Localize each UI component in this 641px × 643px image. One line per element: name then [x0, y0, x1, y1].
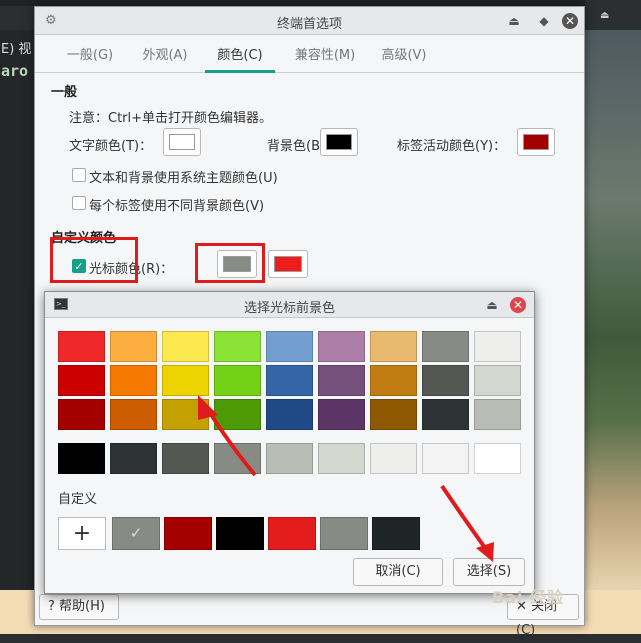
- palette-swatch[interactable]: [214, 365, 261, 396]
- custom-color-swatch[interactable]: [268, 517, 316, 550]
- palette-swatch[interactable]: [318, 365, 365, 396]
- text-color-button[interactable]: [163, 128, 201, 156]
- use-theme-colors-checkbox[interactable]: [72, 168, 86, 182]
- cancel-button[interactable]: 取消(C): [353, 558, 443, 586]
- palette-swatch[interactable]: [266, 331, 313, 362]
- watermark: Bai 经验: [492, 588, 565, 607]
- custom-color-swatch[interactable]: [320, 517, 368, 550]
- gray-swatch[interactable]: [162, 443, 209, 474]
- palette-swatch[interactable]: [370, 399, 417, 430]
- gray-swatch[interactable]: [110, 443, 157, 474]
- palette-swatch[interactable]: [266, 399, 313, 430]
- ctrl-click-note: 注意：Ctrl+单击打开颜色编辑器。: [69, 111, 273, 126]
- shade-icon[interactable]: ⏏: [505, 12, 523, 30]
- section-general: 一般: [51, 85, 78, 100]
- palette-swatch[interactable]: [58, 365, 105, 396]
- terminal-menu-fragment: E) 视: [1, 42, 32, 57]
- tab-active-color-button[interactable]: [517, 128, 555, 156]
- palette-swatch[interactable]: [422, 365, 469, 396]
- custom-color-swatch[interactable]: [372, 517, 420, 550]
- palette-swatch[interactable]: [214, 331, 261, 362]
- close-icon[interactable]: ✕: [510, 297, 526, 313]
- terminal-titlebar-edge: [585, 0, 641, 30]
- cursor-bg-swatch: [274, 256, 302, 272]
- tab-bar: 一般(G) 外观(A) 颜色(C) 兼容性(M) 高级(V): [35, 35, 584, 73]
- palette-swatch[interactable]: [58, 399, 105, 430]
- close-icon[interactable]: ✕: [562, 13, 578, 29]
- help-button[interactable]: ? 帮助(H): [39, 594, 119, 620]
- palette-swatch[interactable]: [474, 399, 521, 430]
- palette-swatch[interactable]: [370, 331, 417, 362]
- text-color-label: 文字颜色(T)：: [69, 139, 153, 154]
- bg-color-swatch: [326, 134, 352, 150]
- gray-swatch[interactable]: [422, 443, 469, 474]
- palette-swatch[interactable]: [266, 365, 313, 396]
- gray-swatch[interactable]: [370, 443, 417, 474]
- minimize-icon: ⏏: [600, 10, 610, 21]
- palette-swatch[interactable]: [422, 331, 469, 362]
- tab-active-color-label: 标签活动颜色(Y)：: [397, 139, 507, 154]
- tab-compatibility[interactable]: 兼容性(M): [287, 35, 363, 73]
- palette-swatch[interactable]: [162, 399, 209, 430]
- text-color-swatch: [169, 134, 195, 150]
- gray-swatch[interactable]: [58, 443, 105, 474]
- add-custom-color-button[interactable]: +: [58, 517, 106, 550]
- palette-swatch[interactable]: [370, 365, 417, 396]
- palette-swatch[interactable]: [214, 399, 261, 430]
- palette-swatch[interactable]: [318, 331, 365, 362]
- gray-swatch[interactable]: [266, 443, 313, 474]
- palette-swatch[interactable]: [422, 399, 469, 430]
- window-title: 终端首选项: [276, 17, 342, 32]
- checkmark-icon: ✓: [129, 524, 143, 542]
- tab-general[interactable]: 一般(G): [57, 35, 123, 73]
- terminal-window-edge: [0, 30, 34, 590]
- help-icon: ?: [48, 599, 55, 614]
- palette-swatch[interactable]: [474, 331, 521, 362]
- wallpaper-plant: [580, 30, 641, 590]
- tab-active-color-swatch: [523, 134, 549, 150]
- tab-advanced[interactable]: 高级(V): [379, 35, 429, 73]
- custom-color-swatch[interactable]: [216, 517, 264, 550]
- gray-swatch[interactable]: [214, 443, 261, 474]
- palette-swatch[interactable]: [474, 365, 521, 396]
- custom-color-swatch[interactable]: [164, 517, 212, 550]
- palette-swatch[interactable]: [162, 331, 209, 362]
- use-theme-colors-label[interactable]: 文本和背景使用系统主题颜色(U): [89, 167, 278, 186]
- color-chooser-dialog: >_ 选择光标前景色 ⏏ ✕ 自定义 + ✓ 取消(C) 选择(S): [44, 291, 535, 594]
- chooser-title: 选择光标前景色: [243, 301, 335, 316]
- tab-colors[interactable]: 颜色(C): [205, 35, 275, 73]
- palette-swatch[interactable]: [162, 365, 209, 396]
- bg-color-button[interactable]: [320, 128, 358, 156]
- gray-swatch[interactable]: [318, 443, 365, 474]
- select-button[interactable]: 选择(S): [453, 558, 525, 586]
- highlight-cursor-fg-button: [195, 243, 265, 283]
- palette-swatch[interactable]: [110, 331, 157, 362]
- terminal-prompt-fragment: aro: [1, 62, 29, 80]
- help-button-label: 帮助(H): [59, 599, 105, 614]
- tab-appearance[interactable]: 外观(A): [135, 35, 195, 73]
- per-tab-bg-checkbox[interactable]: [72, 196, 86, 210]
- restore-icon[interactable]: ◆: [535, 12, 553, 30]
- palette-swatch[interactable]: [110, 399, 157, 430]
- shade-icon[interactable]: ⏏: [483, 296, 501, 314]
- palette-swatch[interactable]: [110, 365, 157, 396]
- palette-swatch[interactable]: [58, 331, 105, 362]
- chooser-titlebar: >_ 选择光标前景色 ⏏ ✕: [45, 292, 534, 318]
- titlebar: ⚙ 终端首选项 ⏏ ◆ ✕: [35, 7, 584, 35]
- cursor-bg-color-button[interactable]: [268, 250, 308, 278]
- gray-swatch[interactable]: [474, 443, 521, 474]
- custom-colors-label: 自定义: [58, 492, 98, 507]
- per-tab-bg-label[interactable]: 每个标签使用不同背景颜色(V): [89, 195, 264, 214]
- highlight-cursor-checkbox: [50, 237, 138, 283]
- custom-color-swatch[interactable]: ✓: [112, 517, 160, 550]
- palette-swatch[interactable]: [318, 399, 365, 430]
